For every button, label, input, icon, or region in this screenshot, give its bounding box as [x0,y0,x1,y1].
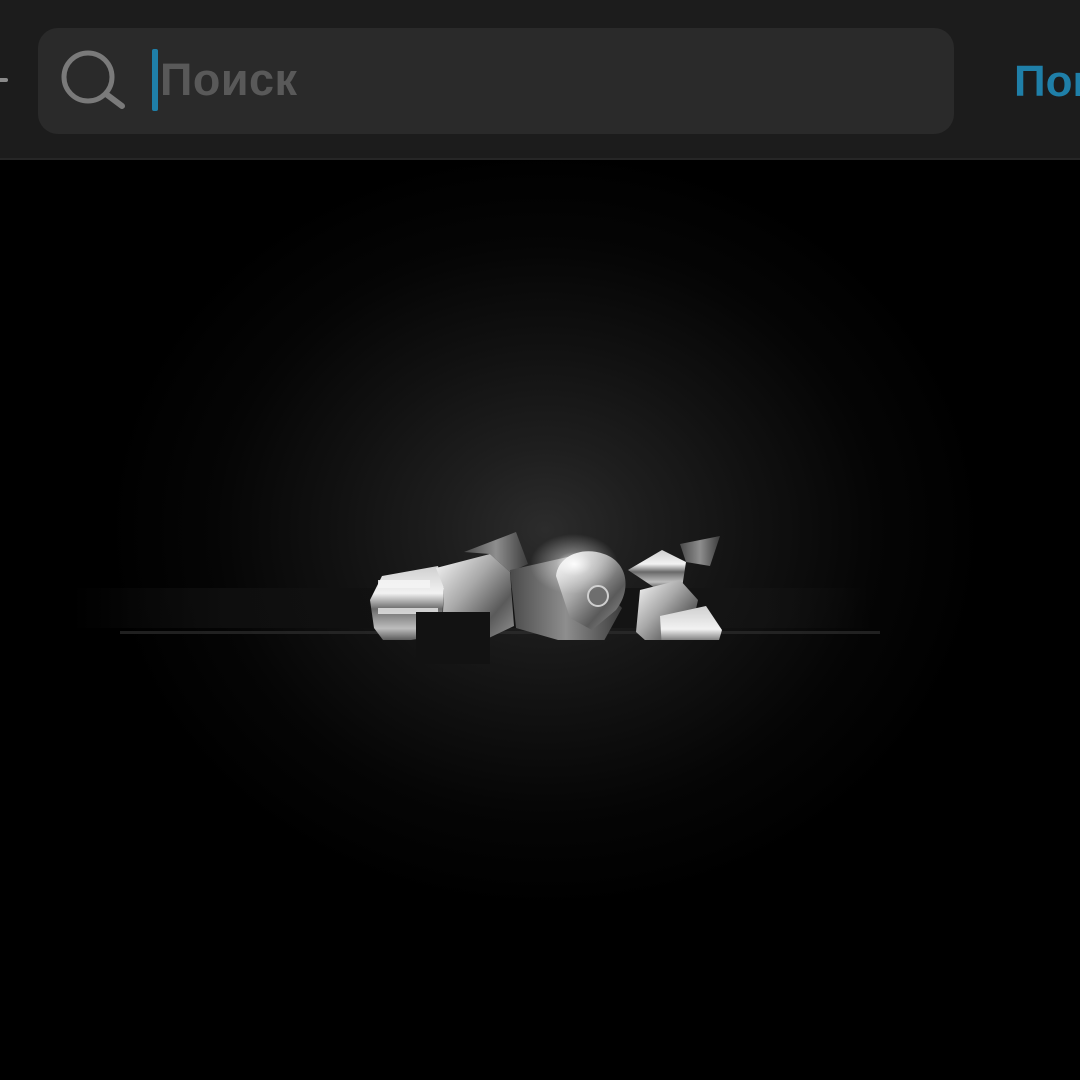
search-header: Поиск Пои [0,0,1080,160]
search-icon [61,50,125,109]
search-placeholder: Поиск [160,54,298,105]
glitch-block [416,612,490,664]
text-cursor [152,49,158,111]
screen: Поиск Пои [0,0,1080,1080]
metallic-3d-logo [370,532,722,640]
back-arrow-icon[interactable] [0,66,10,94]
video-content [0,160,1080,1080]
search-button[interactable]: Пои [1014,54,1080,110]
